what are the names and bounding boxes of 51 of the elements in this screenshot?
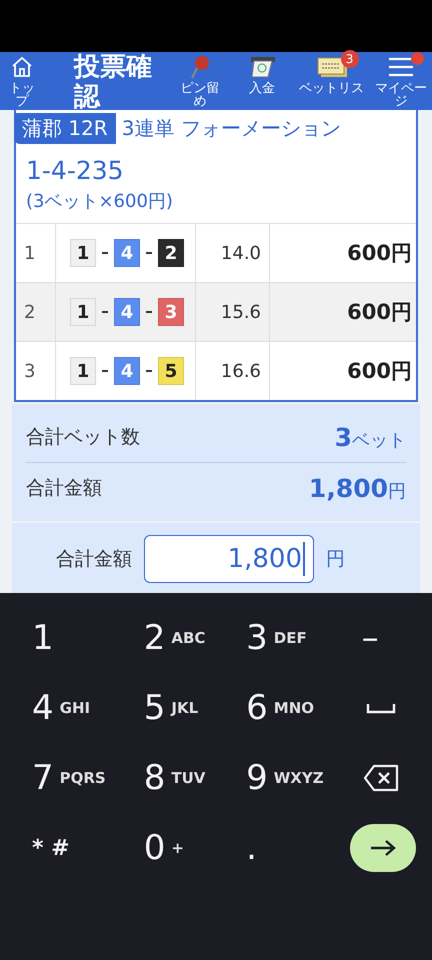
menu-icon bbox=[388, 56, 414, 78]
keyboard-key[interactable]: – bbox=[330, 603, 432, 673]
nav-item[interactable]: 入金 bbox=[231, 52, 293, 95]
row-number: 2 bbox=[16, 283, 56, 341]
boat-number: 4 bbox=[114, 239, 140, 267]
boat-number: 4 bbox=[114, 357, 140, 385]
home-icon bbox=[10, 55, 34, 79]
bet-amount: 600円 bbox=[346, 240, 413, 267]
dash-mark bbox=[146, 370, 152, 372]
bet-amount: 600円 bbox=[346, 358, 413, 385]
boat-number: 1 bbox=[70, 239, 96, 267]
yen-unit: 円 bbox=[326, 547, 345, 572]
boat-number: 1 bbox=[70, 298, 96, 326]
ticket-icon bbox=[316, 55, 347, 79]
combination-text: 1-4-235 bbox=[25, 155, 125, 185]
total-amount-value: 1,800円 bbox=[308, 474, 406, 502]
arrow-icon bbox=[368, 838, 397, 858]
boat-number: 5 bbox=[158, 357, 184, 385]
dash-mark bbox=[102, 311, 108, 313]
boat-number: 4 bbox=[114, 298, 140, 326]
odds-value: 16.6 bbox=[196, 342, 270, 400]
boat-number: 3 bbox=[158, 298, 184, 326]
enter-key[interactable] bbox=[350, 824, 416, 872]
dash-mark bbox=[102, 252, 108, 254]
keyboard-key[interactable]: 0 + bbox=[112, 813, 214, 883]
nav-item[interactable]: マイページ bbox=[370, 52, 432, 108]
row-number: 3 bbox=[16, 342, 56, 400]
venue-label: 蒲郡 12R bbox=[14, 112, 116, 144]
nav-item[interactable]: 3 ベットリス bbox=[292, 52, 370, 95]
bet-amount: 600円 bbox=[346, 299, 413, 326]
space-key-icon[interactable] bbox=[366, 702, 396, 714]
boat-number: 1 bbox=[70, 357, 96, 385]
amount-label: 合計金額 bbox=[56, 547, 132, 572]
amount-field[interactable]: 1,800 bbox=[144, 535, 314, 583]
total-bets-label: 合計ベット数 bbox=[26, 425, 140, 450]
nav-item[interactable]: トップ bbox=[0, 52, 44, 108]
nav-item[interactable]: ピン留め bbox=[169, 52, 232, 108]
backspace-icon[interactable] bbox=[362, 764, 399, 792]
keyboard-key[interactable]: * # bbox=[0, 813, 112, 883]
keyboard-key[interactable]: 1 bbox=[0, 603, 112, 673]
total-bets-value: 3ベット bbox=[334, 422, 406, 452]
boat-number: 2 bbox=[158, 239, 184, 267]
odds-value: 15.6 bbox=[196, 283, 270, 341]
page-title: 投票確認 bbox=[72, 52, 153, 112]
dash-mark bbox=[102, 370, 108, 372]
keyboard-key[interactable]: . bbox=[214, 813, 330, 883]
total-amount-label: 合計金額 bbox=[26, 476, 102, 501]
bet-type: 3連単 フォーメーション bbox=[120, 114, 341, 142]
dash-mark bbox=[146, 252, 152, 254]
bet-summary: (3ベット×600円) bbox=[25, 190, 174, 214]
dash-mark bbox=[146, 311, 152, 313]
